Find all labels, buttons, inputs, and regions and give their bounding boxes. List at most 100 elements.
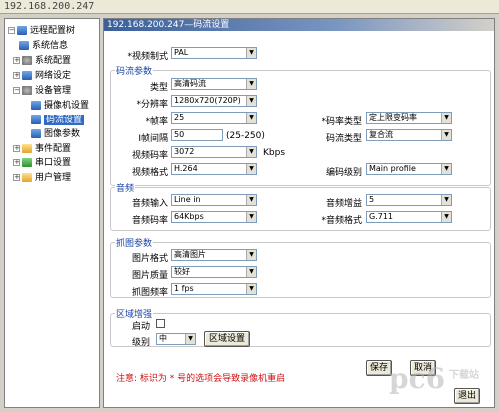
tree-item-label: 串口设置: [35, 158, 72, 168]
dropdown-arrow-icon[interactable]: ▼: [246, 164, 256, 174]
roi-enable-checkbox[interactable]: [156, 319, 165, 328]
window-title: 192.168.200.247: [0, 0, 499, 14]
audio-bitrate-label: 音频码率: [131, 216, 168, 226]
video-bitrate-unit: Kbps: [263, 148, 286, 158]
video-standard-select[interactable]: PAL ▼: [171, 47, 257, 59]
dropdown-arrow-icon[interactable]: ▼: [185, 334, 195, 344]
audio-gain-label: 音频增益: [325, 199, 362, 209]
tree-root[interactable]: − 远程配置树: [8, 25, 75, 37]
tree-item-image-params[interactable]: 图像参数: [31, 128, 80, 140]
stream-params-title: 码流参数: [115, 64, 154, 77]
snapshot-rate-label: 抓图频率: [131, 288, 168, 298]
tree-item-label: 系统配置: [35, 56, 72, 66]
image-format-label: 图片格式: [131, 254, 168, 264]
stream-type-label: 码流类型: [325, 134, 362, 144]
tree-item-label: 系统信息: [32, 41, 69, 51]
image-icon: [31, 129, 41, 138]
tree-item-label: 码流设置: [44, 115, 85, 125]
tree-item-camera[interactable]: 摄像机设置: [31, 100, 89, 112]
dropdown-arrow-icon[interactable]: ▼: [441, 113, 451, 123]
info-icon: [19, 41, 29, 50]
tree-item-serial[interactable]: + 串口设置: [13, 157, 71, 169]
iframe-interval-range: (25-250): [226, 131, 265, 141]
type-select[interactable]: 高清码流 ▼: [171, 78, 257, 90]
video-bitrate-select[interactable]: 3072 ▼: [171, 146, 257, 158]
video-standard-label: *视频制式: [127, 52, 168, 62]
stream-type-select[interactable]: 复合流 ▼: [366, 129, 452, 141]
audio-bitrate-select[interactable]: 64Kbps ▼: [171, 211, 257, 223]
tree-item-network[interactable]: + 网络设定: [13, 70, 71, 82]
gear-icon: [22, 56, 32, 65]
tree-root-label: 远程配置树: [30, 26, 76, 36]
dropdown-arrow-icon[interactable]: ▼: [246, 212, 256, 222]
camera-icon: [31, 101, 41, 110]
expand-icon[interactable]: +: [13, 159, 20, 166]
dropdown-arrow-icon[interactable]: ▼: [441, 130, 451, 140]
dropdown-arrow-icon[interactable]: ▼: [246, 79, 256, 89]
network-icon: [22, 71, 32, 80]
audio-format-select[interactable]: G.711 ▼: [366, 211, 452, 223]
roi-level-select[interactable]: 中 ▼: [156, 333, 196, 345]
dropdown-arrow-icon[interactable]: ▼: [246, 48, 256, 58]
roi-enable-label: 启动: [131, 322, 150, 332]
restart-note: 注意: 标识为 * 号的选项会导致录像机重启: [116, 374, 286, 384]
resolution-select[interactable]: 1280x720(720P) ▼: [171, 95, 257, 107]
iframe-interval-input[interactable]: 50: [171, 129, 223, 141]
iframe-interval-label: I帧间隔: [138, 134, 168, 144]
dropdown-arrow-icon[interactable]: ▼: [246, 195, 256, 205]
tree-item-stream[interactable]: 码流设置: [31, 114, 85, 126]
dropdown-arrow-icon[interactable]: ▼: [246, 147, 256, 157]
image-quality-label: 图片质量: [131, 271, 168, 281]
tree-item-users[interactable]: + 用户管理: [13, 172, 71, 184]
tree-item-device-manage[interactable]: − 设备管理: [13, 85, 71, 97]
image-quality-select[interactable]: 较好 ▼: [171, 266, 257, 278]
fps-label: *帧率: [145, 117, 168, 127]
stream-settings-panel: 192.168.200.247—码流设置 *视频制式 PAL ▼ 码流参数 类型 …: [103, 18, 495, 408]
video-format-label: 视频格式: [131, 168, 168, 178]
video-format-select[interactable]: H.264 ▼: [171, 163, 257, 175]
collapse-icon[interactable]: −: [13, 87, 20, 94]
snapshot-rate-select[interactable]: 1 fps ▼: [171, 283, 257, 295]
fps-select[interactable]: 25 ▼: [171, 112, 257, 124]
expand-icon[interactable]: +: [13, 72, 20, 79]
tree-item-label: 用户管理: [35, 173, 72, 183]
expand-icon[interactable]: +: [13, 57, 20, 64]
audio-input-label: 音频输入: [131, 199, 168, 209]
config-tree[interactable]: − 远程配置树 系统信息 + 系统配置 + 网络设定 − 设备管理 摄像机设置 码流设置…: [4, 18, 100, 408]
stream-icon: [31, 115, 41, 124]
event-icon: [22, 144, 32, 153]
dropdown-arrow-icon[interactable]: ▼: [246, 284, 256, 294]
dropdown-arrow-icon[interactable]: ▼: [246, 96, 256, 106]
audio-gain-select[interactable]: 5 ▼: [366, 194, 452, 206]
dropdown-arrow-icon[interactable]: ▼: [441, 212, 451, 222]
collapse-icon[interactable]: −: [8, 27, 15, 34]
tree-item-events[interactable]: + 事件配置: [13, 143, 71, 155]
serial-port-icon: [22, 158, 32, 167]
dropdown-arrow-icon[interactable]: ▼: [246, 267, 256, 277]
audio-title: 音频: [115, 181, 136, 194]
exit-button[interactable]: 退出: [454, 388, 480, 404]
tree-item-system-info[interactable]: 系统信息: [19, 40, 68, 52]
bitrate-type-select[interactable]: 定上限变码率 ▼: [366, 112, 452, 124]
snapshot-title: 抓图参数: [115, 236, 154, 249]
dropdown-arrow-icon[interactable]: ▼: [441, 195, 451, 205]
tree-item-label: 事件配置: [35, 144, 72, 154]
save-button[interactable]: 保存: [366, 360, 392, 376]
dropdown-arrow-icon[interactable]: ▼: [246, 113, 256, 123]
users-icon: [22, 173, 32, 182]
dropdown-arrow-icon[interactable]: ▼: [246, 250, 256, 260]
tree-item-system-config[interactable]: + 系统配置: [13, 55, 71, 67]
device-icon: [22, 86, 32, 95]
roi-level-label: 级别: [131, 338, 150, 348]
bitrate-type-label: *码率类型: [321, 117, 362, 127]
expand-icon[interactable]: +: [13, 145, 20, 152]
image-format-select[interactable]: 高清图片 ▼: [171, 249, 257, 261]
roi-settings-button[interactable]: 区域设置: [204, 331, 250, 347]
audio-input-select[interactable]: Line in ▼: [171, 194, 257, 206]
encode-level-select[interactable]: Main profile ▼: [366, 163, 452, 175]
cancel-button[interactable]: 取消: [410, 360, 436, 376]
expand-icon[interactable]: +: [13, 174, 20, 181]
tree-item-label: 网络设定: [35, 71, 72, 81]
encode-level-label: 编码级别: [325, 168, 362, 178]
dropdown-arrow-icon[interactable]: ▼: [441, 164, 451, 174]
